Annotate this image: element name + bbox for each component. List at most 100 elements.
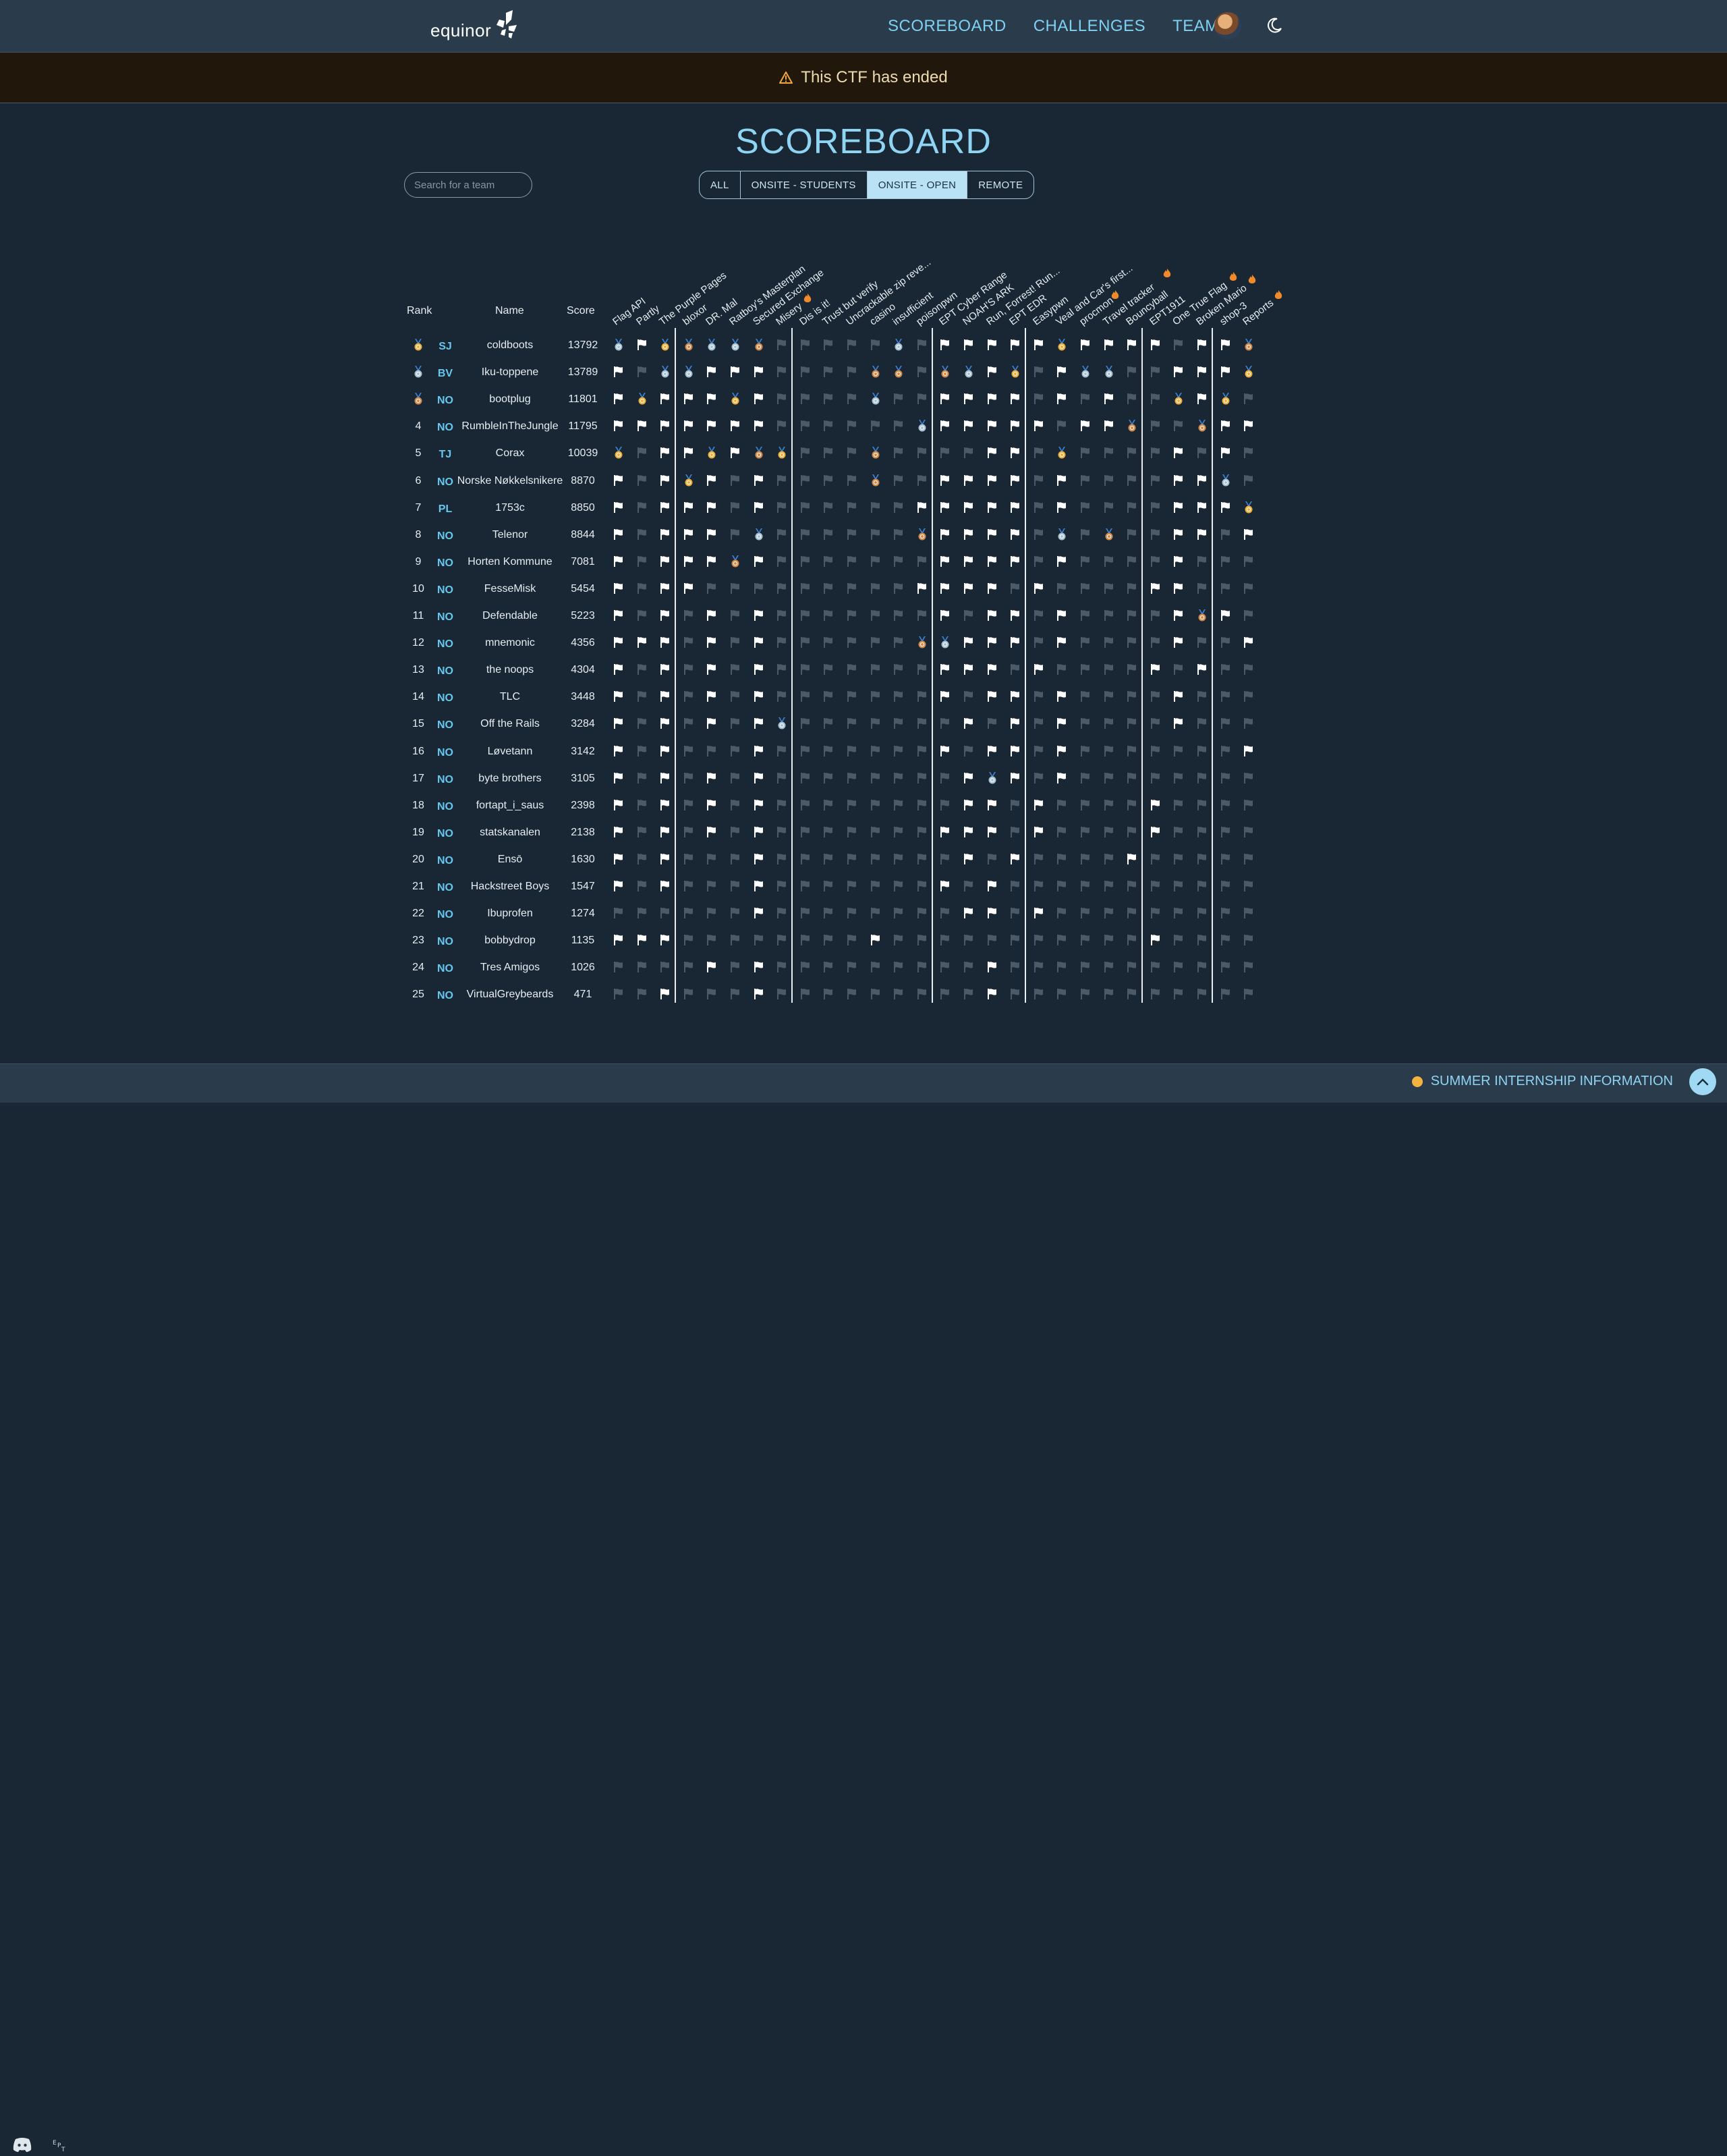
- team-name[interactable]: Iku-toppene: [456, 366, 564, 379]
- unsolved-flag-icon: [1010, 988, 1021, 1000]
- team-name[interactable]: FesseMisk: [456, 583, 564, 595]
- team-name[interactable]: Ibuprofen: [456, 908, 564, 920]
- team-name[interactable]: Horten Kommune: [456, 556, 564, 568]
- solved-flag-icon: [706, 717, 717, 729]
- solved-flag-icon: [1056, 366, 1067, 378]
- unsolved-flag-icon: [1173, 880, 1184, 892]
- team-name[interactable]: 1753c: [456, 502, 564, 514]
- solved-flag-icon: [754, 826, 764, 838]
- unsolved-flag-icon: [1080, 690, 1091, 702]
- solved-flag-icon: [754, 420, 764, 432]
- team-country: NO: [437, 692, 453, 704]
- team-country: NO: [437, 936, 453, 948]
- unsolved-flag-icon: [823, 745, 834, 757]
- solved-flag-icon: [987, 961, 998, 973]
- team-name[interactable]: statskanalen: [456, 827, 564, 839]
- team-score: 471: [573, 989, 592, 1001]
- team-name[interactable]: TLC: [456, 691, 564, 703]
- team-name[interactable]: byte brothers: [456, 773, 564, 785]
- scroll-to-top-button[interactable]: [1689, 1068, 1716, 1095]
- team-rank: 17: [412, 772, 424, 784]
- unsolved-flag-icon: [1197, 907, 1208, 919]
- unsolved-flag-icon: [870, 582, 881, 595]
- solved-flag-icon: [1173, 474, 1184, 487]
- unsolved-flag-icon: [1127, 663, 1137, 675]
- unsolved-flag-icon: [800, 582, 811, 595]
- team-score: 5454: [571, 582, 595, 595]
- team-country: PL: [438, 503, 453, 515]
- unsolved-flag-icon: [870, 663, 881, 675]
- unsolved-flag-icon: [1127, 609, 1137, 621]
- unsolved-flag-icon: [1034, 636, 1044, 648]
- solved-flag-icon: [1150, 339, 1161, 351]
- unsolved-flag-icon: [776, 772, 787, 784]
- solved-flag-icon: [754, 636, 764, 648]
- internship-info-link[interactable]: SUMMER INTERNSHIP INFORMATION: [1411, 1074, 1673, 1089]
- solved-flag-icon: [987, 474, 998, 487]
- team-name[interactable]: Corax: [456, 447, 564, 460]
- challenge-header[interactable]: Reports: [1241, 297, 1276, 327]
- unsolved-flag-icon: [1034, 366, 1044, 378]
- team-name[interactable]: the noops: [456, 664, 564, 676]
- team-name[interactable]: RumbleInTheJungle: [456, 420, 564, 433]
- solved-flag-icon: [1173, 366, 1184, 378]
- team-rank: 16: [412, 745, 424, 757]
- team-name[interactable]: bootplug: [456, 393, 564, 406]
- unsolved-flag-icon: [1173, 988, 1184, 1000]
- unsolved-flag-icon: [1197, 880, 1208, 892]
- unsolved-flag-icon: [847, 420, 857, 432]
- unsolved-flag-icon: [776, 663, 787, 675]
- solved-flag-icon: [1056, 501, 1067, 514]
- solved-flag-icon: [1034, 339, 1044, 351]
- team-name[interactable]: mnemonic: [456, 637, 564, 649]
- unsolved-flag-icon: [823, 609, 834, 621]
- team-name[interactable]: Off the Rails: [456, 718, 564, 730]
- team-name[interactable]: Norske Nøkkelsnikere: [456, 475, 564, 487]
- unsolved-flag-icon: [917, 717, 928, 729]
- unsolved-flag-icon: [1010, 826, 1021, 838]
- team-name[interactable]: Løvetann: [456, 746, 564, 758]
- unsolved-flag-icon: [1034, 961, 1044, 973]
- unsolved-flag-icon: [870, 880, 881, 892]
- unsolved-flag-icon: [1243, 609, 1254, 621]
- solved-flag-icon: [963, 582, 974, 595]
- solved-flag-icon: [963, 717, 974, 729]
- team-score: 1274: [571, 908, 595, 920]
- ept-logo-icon[interactable]: E P T: [51, 2138, 69, 2154]
- solved-flag-icon: [683, 501, 694, 514]
- unsolved-flag-icon: [1197, 690, 1208, 702]
- unsolved-flag-icon: [776, 880, 787, 892]
- solved-flag-icon: [1220, 420, 1231, 432]
- unsolved-flag-icon: [1056, 934, 1067, 946]
- team-name[interactable]: Defendable: [456, 610, 564, 622]
- unsolved-flag-icon: [823, 772, 834, 784]
- unsolved-flag-icon: [706, 934, 717, 946]
- team-name[interactable]: Ensō: [456, 854, 564, 866]
- solved-flag-icon: [660, 988, 671, 1000]
- unsolved-flag-icon: [823, 339, 834, 351]
- team-score: 11801: [568, 393, 598, 406]
- solved-flag-icon: [660, 447, 671, 459]
- solved-flag-icon: [613, 528, 624, 541]
- team-name[interactable]: Telenor: [456, 529, 564, 541]
- team-name[interactable]: fortapt_i_saus: [456, 800, 564, 812]
- team-name[interactable]: coldboots: [456, 339, 564, 352]
- unsolved-flag-icon: [776, 393, 787, 405]
- name-header: Name: [495, 305, 524, 316]
- discord-icon[interactable]: [12, 2136, 32, 2153]
- team-country: NO: [437, 854, 453, 866]
- team-score: 1026: [571, 962, 595, 974]
- silver-medal-icon: [730, 339, 741, 351]
- unsolved-flag-icon: [800, 799, 811, 811]
- team-name[interactable]: bobbydrop: [456, 935, 564, 947]
- unsolved-flag-icon: [1104, 717, 1114, 729]
- team-name[interactable]: VirtualGreybeards: [456, 989, 564, 1001]
- team-name[interactable]: Hackstreet Boys: [456, 881, 564, 893]
- solved-flag-icon: [963, 528, 974, 541]
- unsolved-flag-icon: [776, 636, 787, 648]
- unsolved-flag-icon: [1127, 366, 1137, 378]
- team-score: 5223: [571, 610, 595, 621]
- gold-medal-icon: [730, 393, 741, 405]
- solved-flag-icon: [963, 420, 974, 432]
- team-name[interactable]: Tres Amigos: [456, 962, 564, 974]
